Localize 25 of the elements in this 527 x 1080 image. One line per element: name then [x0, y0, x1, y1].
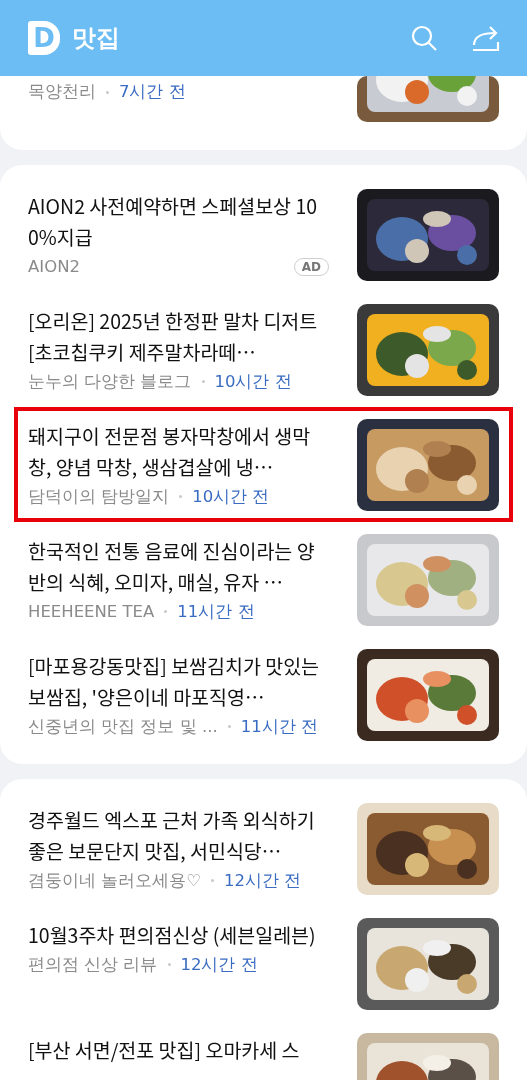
- source-name: HEEHEENE TEA: [28, 602, 155, 621]
- post-time: 10시간 전: [192, 485, 270, 508]
- post-time: 12시간 전: [180, 953, 258, 976]
- post-time: 11시간 전: [240, 715, 318, 738]
- article-title[interactable]: AION2 사전예약하면 스페셜보상 100%지급: [28, 189, 329, 252]
- source-name: 담덕이의 탐방일지: [28, 485, 170, 508]
- post-time: 12시간 전: [224, 869, 302, 892]
- source-name: AION2: [28, 257, 80, 276]
- source-name: 눈누의 다양한 블로그: [28, 370, 192, 393]
- post-time: 10시간 전: [214, 370, 292, 393]
- page-title: 맛집: [72, 23, 121, 54]
- article-title[interactable]: 한국적인 전통 음료에 진심이라는 양반의 식혜, 오미자, 매실, 유자 …: [28, 534, 329, 597]
- source-name: 편의점 신상 리뷰: [28, 953, 158, 976]
- article-title[interactable]: 돼지구이 전문점 봉자막창에서 생막창, 양념 막창, 생삼겹살에 냉…: [28, 419, 329, 482]
- article-title[interactable]: 경주월드 엑스포 근처 가족 외식하기 좋은 보문단지 맛집, 서민식당…: [28, 803, 329, 866]
- source-name: 목양천리: [28, 81, 96, 103]
- post-time: 7시간 전: [119, 81, 186, 103]
- article-title[interactable]: 10월3주차 편의점신상 (세븐일레븐): [28, 918, 329, 950]
- article-title[interactable]: [오리온] 2025년 한정판 말차 디저트 [초코칩쿠키 제주말차라떼…: [28, 304, 329, 367]
- article-title[interactable]: [마포용강동맛집] 보쌈김치가 맛있는 보쌈집, '양은이네 마포직영…: [28, 649, 329, 712]
- source-name: 신중년의 맛집 정보 및 ...: [28, 715, 218, 738]
- logo: D: [28, 21, 60, 55]
- source-name: 겸둥이네 놀러오세용♡: [28, 869, 202, 892]
- post-time: 11시간 전: [177, 600, 255, 623]
- article-title[interactable]: [부산 서면/전포 맛집] 오마카세 스: [28, 1033, 329, 1065]
